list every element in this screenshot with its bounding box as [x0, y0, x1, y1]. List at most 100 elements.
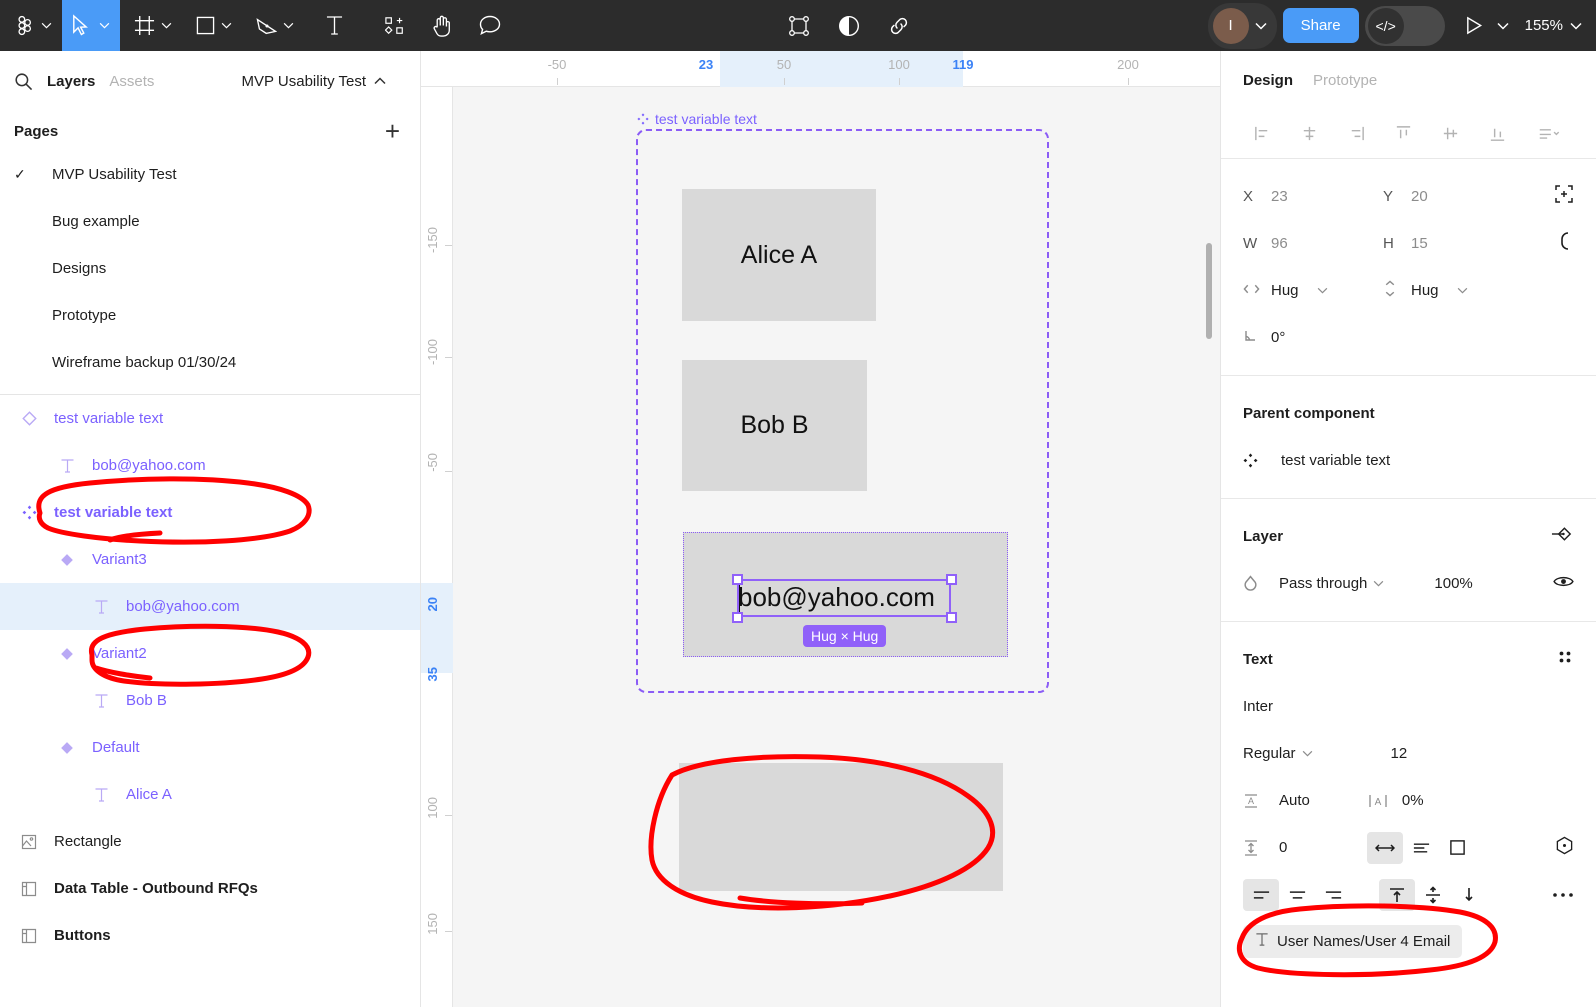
- resize-handle-top-right[interactable]: [946, 574, 957, 585]
- rotation-value[interactable]: 0°: [1271, 329, 1285, 346]
- auto-height-icon[interactable]: [1403, 832, 1439, 864]
- hand-tool-icon[interactable]: [413, 0, 471, 51]
- font-family-value[interactable]: Inter: [1243, 698, 1273, 715]
- align-vertical-center-icon[interactable]: [1427, 116, 1474, 152]
- text-align-center-icon[interactable]: [1279, 879, 1315, 911]
- layer-item[interactable]: test variable text: [0, 489, 420, 536]
- line-height-value[interactable]: Auto: [1279, 792, 1310, 809]
- y-value[interactable]: 20: [1411, 188, 1428, 205]
- text-type-settings-icon[interactable]: [1555, 836, 1574, 860]
- w-field[interactable]: W 96: [1243, 235, 1383, 252]
- lock-aspect-ratio-icon[interactable]: [1556, 230, 1574, 257]
- shape-tool-chevron-icon[interactable]: [219, 0, 242, 51]
- text-valign-top-icon[interactable]: [1379, 878, 1415, 911]
- font-family-row[interactable]: Inter: [1243, 683, 1574, 730]
- y-field[interactable]: Y 20: [1383, 188, 1523, 205]
- text-tool-icon[interactable]: [304, 0, 365, 51]
- vertical-resize-field[interactable]: Hug: [1383, 280, 1523, 301]
- layer-item[interactable]: Variant3: [0, 536, 420, 583]
- horizontal-resize-value[interactable]: Hug: [1271, 282, 1299, 299]
- auto-width-icon[interactable]: [1367, 831, 1404, 864]
- layer-item[interactable]: Rectangle: [0, 818, 420, 865]
- variable-binding-chip[interactable]: User Names/User 4 Email: [1243, 925, 1463, 958]
- page-item[interactable]: Bug example: [0, 198, 420, 245]
- font-weight-value[interactable]: Regular: [1243, 745, 1296, 762]
- frame-tool-icon[interactable]: [120, 0, 159, 51]
- present-chevron-icon[interactable]: [1495, 0, 1519, 51]
- text-valign-bottom-icon[interactable]: [1451, 879, 1487, 911]
- move-tool-chevron-icon[interactable]: [97, 0, 120, 51]
- contrast-icon[interactable]: [818, 0, 880, 51]
- tab-prototype[interactable]: Prototype: [1313, 72, 1377, 89]
- figma-menu-chevron-icon[interactable]: [39, 0, 62, 51]
- layer-item[interactable]: Bob B: [0, 677, 420, 724]
- layer-item[interactable]: bob@yahoo.com: [0, 442, 420, 489]
- h-value[interactable]: 15: [1411, 235, 1428, 252]
- pen-tool-icon[interactable]: [242, 0, 281, 51]
- tab-assets[interactable]: Assets: [109, 73, 154, 90]
- bottom-rect[interactable]: [679, 763, 1003, 891]
- text-align-left-icon[interactable]: [1243, 878, 1279, 911]
- layer-item[interactable]: Buttons: [0, 912, 420, 959]
- vertical-ruler[interactable]: -150-100-5020351001500: [421, 87, 453, 1007]
- h-field[interactable]: H 15: [1383, 235, 1523, 252]
- dev-mode-toggle[interactable]: </>: [1364, 5, 1445, 46]
- fixed-size-icon[interactable]: [1439, 832, 1475, 864]
- align-right-icon[interactable]: [1333, 116, 1380, 152]
- pen-tool-chevron-icon[interactable]: [281, 0, 304, 51]
- x-value[interactable]: 23: [1271, 188, 1288, 205]
- align-bottom-icon[interactable]: [1474, 116, 1521, 152]
- canvas-scrollbar[interactable]: [1206, 243, 1212, 339]
- selection-bounds-icon[interactable]: [780, 0, 818, 51]
- alice-rect[interactable]: Alice A: [682, 189, 876, 321]
- horizontal-ruler[interactable]: -50 23 50 100 119 200: [421, 51, 1220, 87]
- layer-item[interactable]: Variant2: [0, 630, 420, 677]
- file-name-dropdown[interactable]: MVP Usability Test: [242, 73, 407, 90]
- frame-label[interactable]: test variable text: [637, 111, 757, 127]
- page-item[interactable]: Wireframe backup 01/30/24: [0, 339, 420, 386]
- add-page-button[interactable]: +: [385, 118, 400, 144]
- align-top-icon[interactable]: [1380, 116, 1427, 152]
- canvas-viewport[interactable]: test variable text Alice A Bob B bob@yah…: [453, 87, 1220, 1007]
- text-valign-middle-icon[interactable]: [1415, 879, 1451, 911]
- figma-logo-icon[interactable]: [0, 0, 39, 51]
- vertical-resize-value[interactable]: Hug: [1411, 282, 1439, 299]
- align-to-pixel-grid-icon[interactable]: [1554, 184, 1574, 209]
- visibility-eye-icon[interactable]: [1553, 574, 1574, 594]
- share-button[interactable]: Share: [1282, 8, 1359, 43]
- x-field[interactable]: X 23: [1243, 188, 1383, 205]
- link-icon[interactable]: [880, 0, 918, 51]
- user-avatar-group[interactable]: I: [1207, 2, 1277, 49]
- present-button[interactable]: [1451, 0, 1489, 51]
- layer-item[interactable]: bob@yahoo.com: [0, 583, 420, 630]
- align-left-icon[interactable]: [1239, 116, 1286, 152]
- bob-rect[interactable]: Bob B: [682, 360, 867, 491]
- add-layer-effect-icon[interactable]: [1551, 524, 1574, 549]
- tab-design[interactable]: Design: [1243, 72, 1293, 89]
- search-icon[interactable]: [14, 72, 33, 91]
- text-more-options-icon[interactable]: [1552, 886, 1574, 904]
- page-item[interactable]: Designs: [0, 245, 420, 292]
- letter-spacing-value[interactable]: 0%: [1402, 792, 1424, 809]
- tab-layers[interactable]: Layers: [47, 73, 95, 90]
- font-size-value[interactable]: 12: [1391, 745, 1408, 762]
- resources-tool-icon[interactable]: [377, 0, 413, 51]
- text-align-right-icon[interactable]: [1315, 879, 1351, 911]
- layer-item[interactable]: Alice A: [0, 771, 420, 818]
- opacity-value[interactable]: 100%: [1434, 575, 1472, 592]
- blend-mode-value[interactable]: Pass through: [1279, 575, 1367, 592]
- w-value[interactable]: 96: [1271, 235, 1288, 252]
- text-styles-icon[interactable]: [1556, 648, 1574, 671]
- shape-tool-icon[interactable]: [182, 0, 219, 51]
- zoom-control[interactable]: 155%: [1525, 17, 1586, 34]
- layer-item[interactable]: Default: [0, 724, 420, 771]
- resize-handle-bottom-right[interactable]: [946, 612, 957, 623]
- align-horizontal-center-icon[interactable]: [1286, 116, 1333, 152]
- rotation-field[interactable]: 0°: [1243, 328, 1383, 348]
- layer-item[interactable]: Data Table - Outbound RFQs: [0, 865, 420, 912]
- layer-item[interactable]: test variable text: [0, 395, 420, 442]
- paragraph-spacing-value[interactable]: 0: [1279, 839, 1287, 856]
- comment-tool-icon[interactable]: [471, 0, 509, 51]
- resize-handle-top-left[interactable]: [732, 574, 743, 585]
- resize-handle-bottom-left[interactable]: [732, 612, 743, 623]
